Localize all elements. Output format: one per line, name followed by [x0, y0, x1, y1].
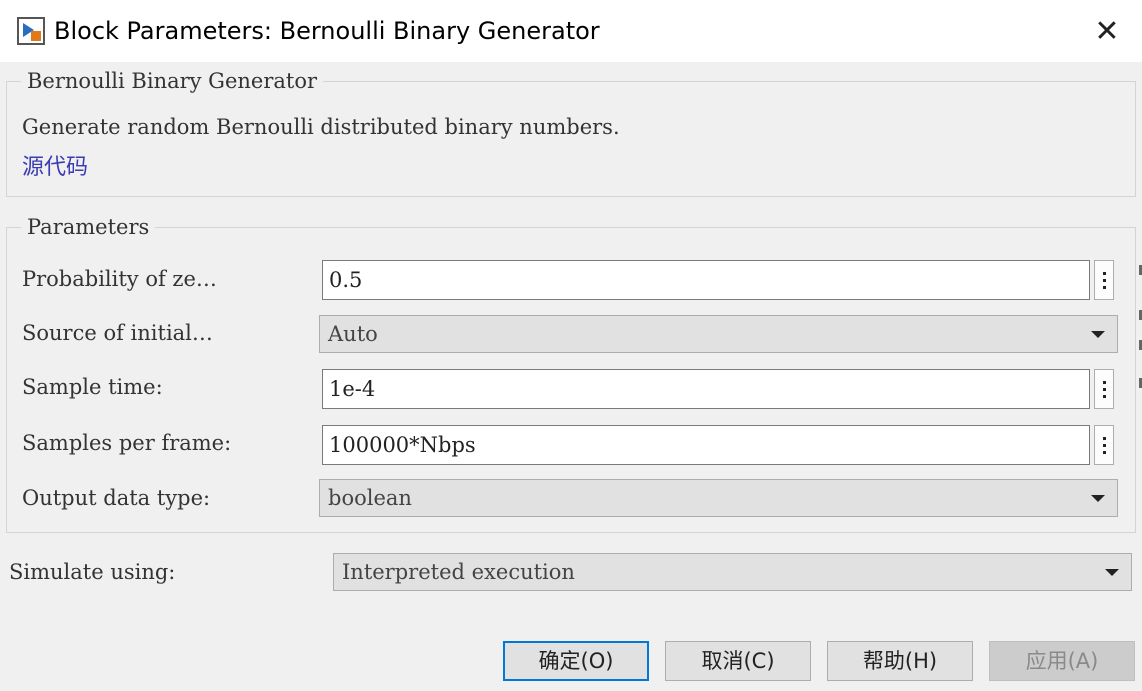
cancel-button[interactable]: 取消(C)	[665, 641, 811, 681]
sample-time-label: Sample time:	[22, 375, 163, 399]
samples-per-frame-label: Samples per frame:	[22, 431, 232, 455]
apply-button[interactable]: 应用(A)	[989, 641, 1135, 681]
help-button[interactable]: 帮助(H)	[827, 641, 973, 681]
samples-per-frame-input[interactable]: 100000*Nbps	[322, 425, 1090, 465]
parameters-legend: Parameters	[21, 215, 156, 239]
simulate-using-label: Simulate using:	[9, 560, 176, 584]
close-icon[interactable]: ✕	[1088, 13, 1126, 51]
simulate-using-select[interactable]: Interpreted execution	[333, 553, 1132, 591]
block-group-legend: Bernoulli Binary Generator	[21, 69, 324, 93]
probability-of-zero-label: Probability of ze…	[22, 267, 217, 291]
simulink-block-icon	[17, 17, 45, 45]
window-title: Block Parameters: Bernoulli Binary Gener…	[54, 17, 600, 45]
title-bar: Block Parameters: Bernoulli Binary Gener…	[0, 0, 1142, 62]
block-description: Generate random Bernoulli distributed bi…	[22, 115, 620, 139]
kebab-menu-icon[interactable]	[1094, 260, 1114, 300]
source-of-initial-seed-value: Auto	[328, 322, 378, 346]
chevron-down-icon	[1091, 495, 1105, 502]
output-data-type-select[interactable]: boolean	[319, 479, 1118, 517]
probability-of-zero-input[interactable]: 0.5	[322, 260, 1090, 300]
kebab-menu-icon[interactable]	[1094, 425, 1114, 465]
ok-button[interactable]: 确定(O)	[503, 641, 649, 681]
simulate-using-value: Interpreted execution	[342, 560, 575, 584]
kebab-menu-icon[interactable]	[1094, 369, 1114, 409]
source-of-initial-seed-label: Source of initial…	[22, 321, 213, 345]
output-data-type-label: Output data type:	[22, 486, 211, 510]
chevron-down-icon	[1091, 331, 1105, 338]
chevron-down-icon	[1105, 569, 1119, 576]
source-code-link[interactable]: 源代码	[22, 154, 88, 182]
output-data-type-value: boolean	[328, 486, 412, 510]
source-of-initial-seed-select[interactable]: Auto	[319, 315, 1118, 353]
sample-time-input[interactable]: 1e-4	[322, 369, 1090, 409]
